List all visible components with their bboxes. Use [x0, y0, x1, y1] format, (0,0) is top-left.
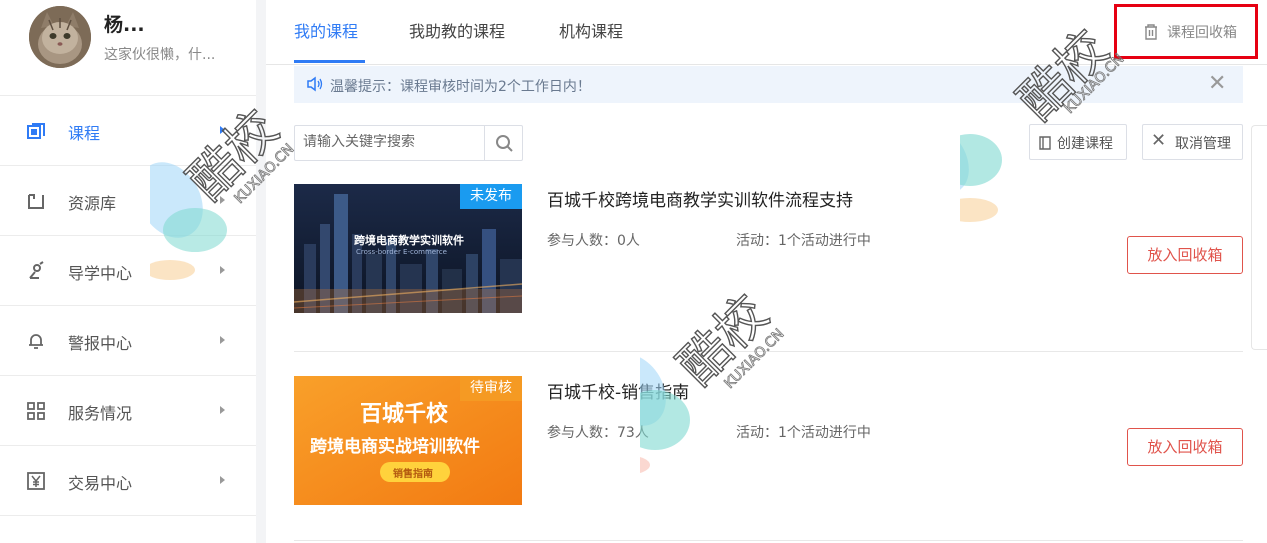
sidebar-item-label: 导学中心: [68, 264, 133, 283]
yen-icon: [27, 472, 45, 490]
chevron-right-icon: [220, 126, 225, 134]
bell-icon: [29, 334, 43, 349]
chevron-right-icon: [220, 406, 225, 414]
trash-icon: [1145, 24, 1157, 40]
user-profile: 杨... 这家伙很懒，什...: [0, 0, 256, 96]
tab-my-courses[interactable]: 我的课程: [294, 18, 358, 42]
course-activity: 活动：1个活动进行中: [736, 425, 871, 441]
cat-avatar-image: [29, 6, 91, 68]
status-badge: 待审核: [460, 376, 522, 401]
close-icon: ✕: [1151, 130, 1167, 151]
cancel-manage-label: 取消管理: [1175, 136, 1231, 152]
chevron-right-icon: [220, 476, 225, 484]
course-icon: [27, 123, 45, 139]
tab-org-courses[interactable]: 机构课程: [559, 18, 623, 42]
create-course-button[interactable]: 创建课程: [1029, 124, 1127, 160]
course-activity: 活动：1个活动进行中: [736, 233, 871, 249]
divider: [294, 540, 1243, 541]
sidebar-item-label: 服务情况: [68, 404, 133, 423]
sidebar: 杨... 这家伙很懒，什... 课程 资源库 导学中心 警报中心 服务情况 交易…: [0, 0, 256, 543]
course-recycle-bin-button[interactable]: 课程回收箱: [1114, 4, 1258, 59]
thumbnail-title: 跨境电商教学实训软件: [354, 234, 464, 247]
chevron-right-icon: [220, 336, 225, 344]
speaker-icon: [307, 76, 323, 92]
sidebar-item-label: 课程: [68, 124, 101, 143]
thumbnail-title: 跨境电商实战培训软件: [310, 437, 480, 457]
course-title[interactable]: 百城千校-销售指南: [547, 378, 689, 403]
folder-icon: [28, 194, 44, 209]
thumbnail-pill: 销售指南: [393, 469, 433, 480]
side-panel-edge: [1251, 125, 1267, 350]
chevron-right-icon: [220, 266, 225, 274]
main-content: 我的课程 我助教的课程 机构课程 课程回收箱 温馨提示：课程审核时间为2个工作日…: [266, 0, 1267, 543]
sidebar-item-trade-center[interactable]: 交易中心: [0, 446, 256, 516]
active-tab-indicator: [294, 60, 365, 63]
chevron-right-icon: [220, 196, 225, 204]
search-icon: [496, 135, 513, 152]
course-title[interactable]: 百城千校跨境电商教学实训软件流程支持: [547, 186, 853, 211]
thumbnail-brand: 百城千校: [360, 402, 449, 427]
sidebar-item-resources[interactable]: 资源库: [0, 166, 256, 236]
course-thumbnail[interactable]: 百城千校 跨境电商实战培训软件 销售指南 待审核: [294, 376, 522, 505]
close-icon[interactable]: ✕: [1208, 73, 1226, 95]
sidebar-item-service-status[interactable]: 服务情况: [0, 376, 256, 446]
status-badge: 未发布: [460, 184, 522, 209]
course-participants: 参与人数：0人: [547, 233, 640, 249]
move-to-recycle-button[interactable]: 放入回收箱: [1127, 428, 1243, 466]
sidebar-item-label: 交易中心: [68, 474, 133, 493]
course-thumbnail[interactable]: 跨境电商教学实训软件 Cross-border E-commerce 未发布: [294, 184, 522, 313]
sidebar-item-label: 资源库: [68, 194, 117, 213]
book-icon: [1039, 136, 1051, 150]
notice-text: 温馨提示：课程审核时间为2个工作日内！: [330, 79, 591, 95]
search-input[interactable]: [303, 134, 478, 150]
sidebar-item-course[interactable]: 课程: [0, 96, 256, 166]
move-to-recycle-button[interactable]: 放入回收箱: [1127, 236, 1243, 274]
guide-icon: [29, 261, 44, 279]
user-signature: 这家伙很懒，什...: [104, 47, 216, 63]
sidebar-item-alert-center[interactable]: 警报中心: [0, 306, 256, 376]
sidebar-item-label: 警报中心: [68, 334, 133, 353]
sidebar-item-guide-center[interactable]: 导学中心: [0, 236, 256, 306]
search-box: [294, 125, 523, 161]
search-button[interactable]: [484, 126, 522, 160]
notice-bar: 温馨提示：课程审核时间为2个工作日内！ ✕: [294, 66, 1243, 103]
cancel-manage-button[interactable]: ✕ 取消管理: [1142, 124, 1243, 160]
user-name: 杨...: [104, 14, 145, 36]
course-participants: 参与人数：73人: [547, 425, 649, 441]
grid-icon: [27, 402, 45, 420]
create-course-label: 创建课程: [1057, 136, 1113, 152]
recycle-bin-label: 课程回收箱: [1167, 25, 1237, 41]
tab-assistant-courses[interactable]: 我助教的课程: [409, 18, 505, 42]
avatar[interactable]: [29, 6, 91, 68]
course-tabs: 我的课程 我助教的课程 机构课程 课程回收箱: [266, 0, 1267, 65]
divider: [294, 351, 1243, 352]
thumbnail-subtitle: Cross-border E-commerce: [356, 248, 447, 256]
